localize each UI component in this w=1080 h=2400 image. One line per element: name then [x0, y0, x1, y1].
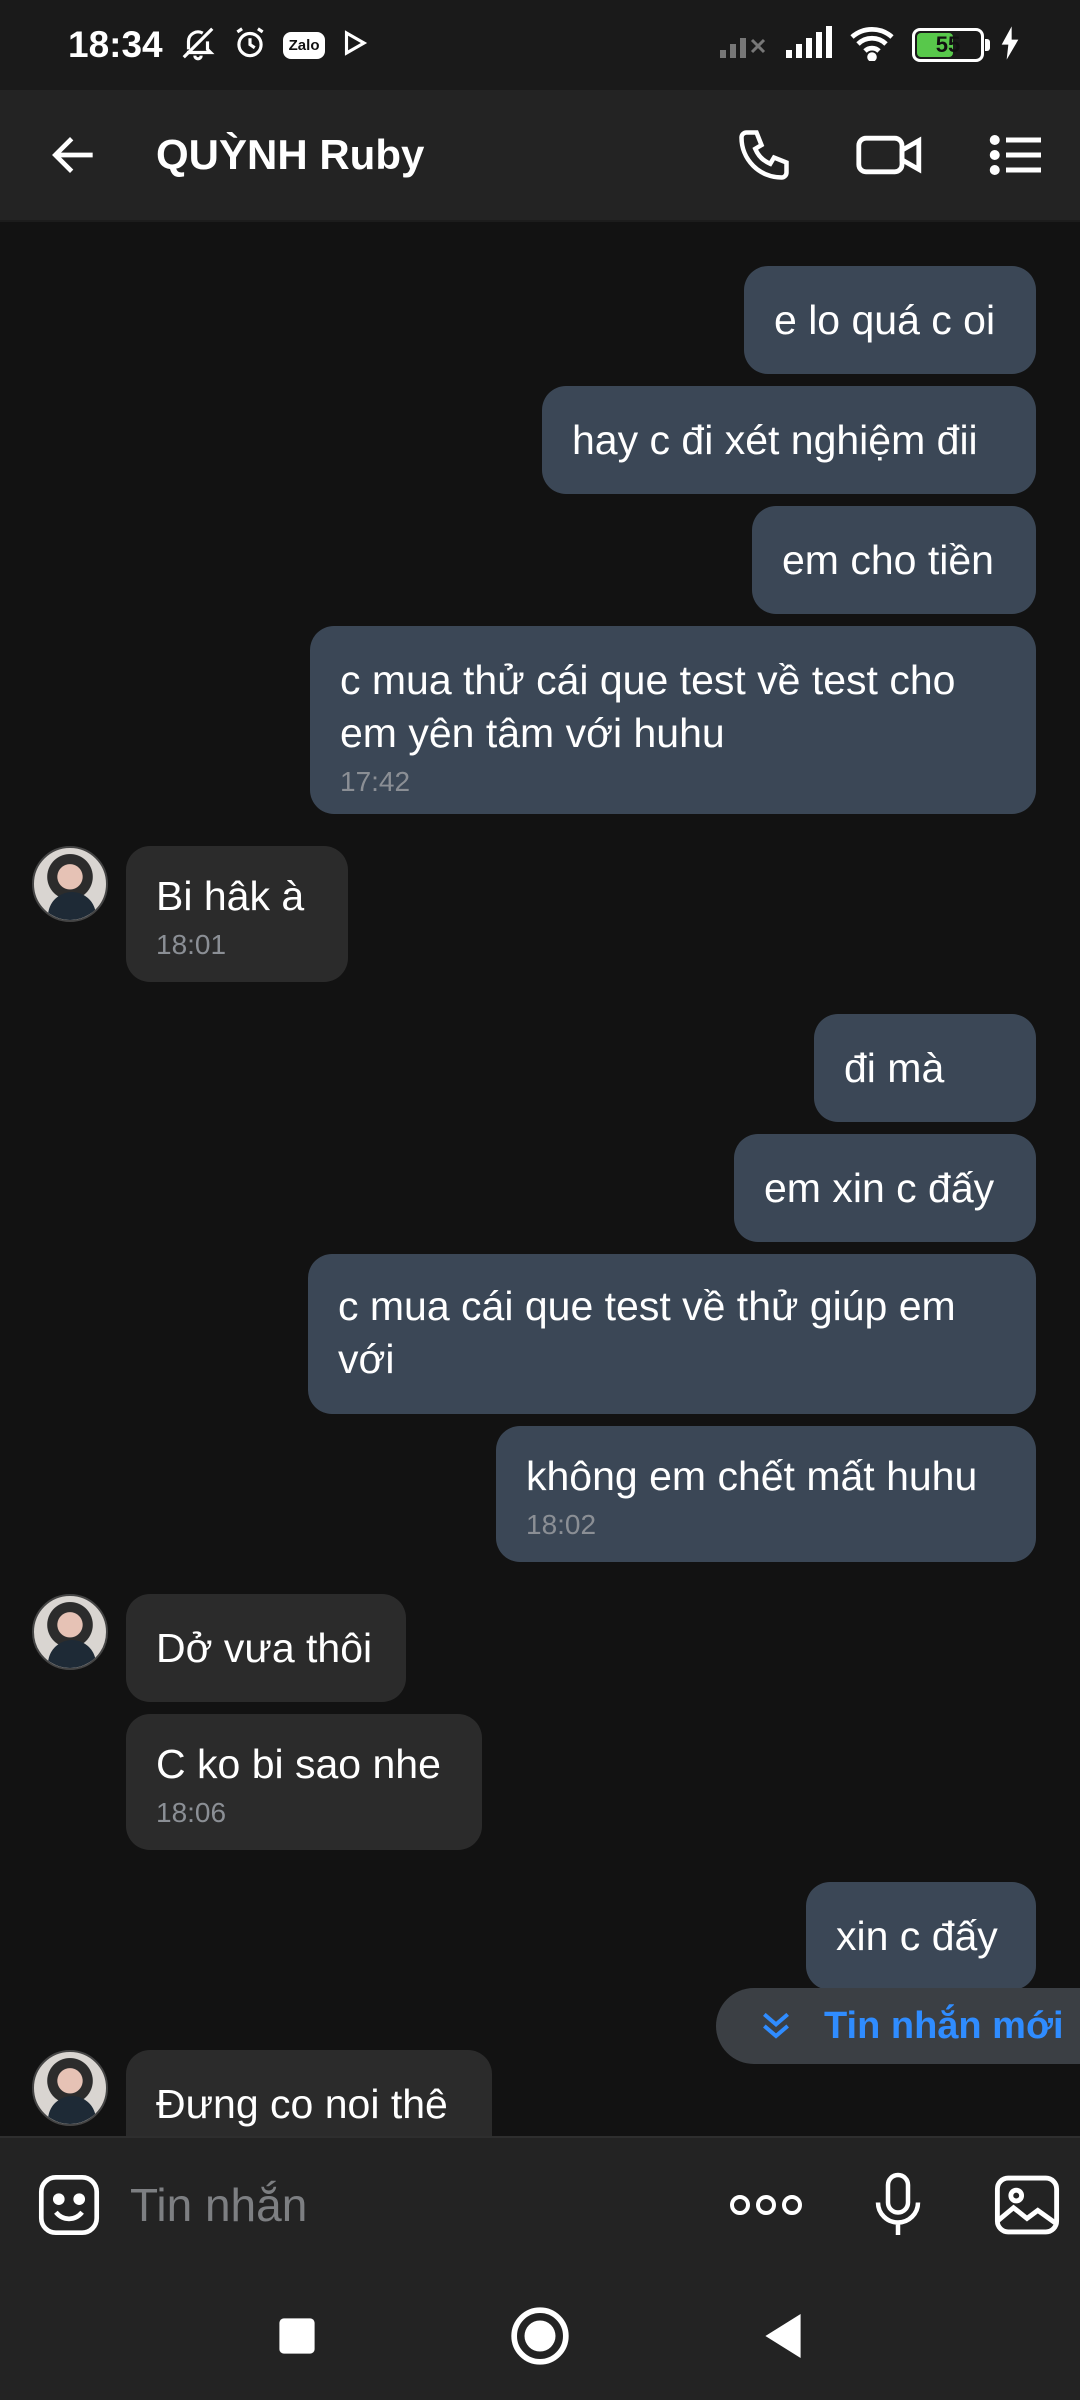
message-time: 17:42 [340, 766, 411, 797]
home-button[interactable] [509, 2305, 571, 2367]
message-incoming[interactable]: C ko bi sao nhe 18:06 [126, 1714, 482, 1850]
message-outgoing[interactable]: em cho tiền [752, 506, 1036, 614]
phone-icon [739, 130, 789, 180]
more-options-button[interactable] [728, 2190, 804, 2220]
message-input[interactable] [130, 2178, 728, 2232]
double-chevron-down-icon [763, 2012, 789, 2039]
microphone-icon [875, 2172, 921, 2235]
new-messages-label: Tin nhắn mới [824, 2004, 1064, 2047]
message-outgoing[interactable]: hay c đi xét nghiệm đii [542, 386, 1036, 494]
message-time: 18:06 [156, 1797, 227, 1828]
chat-options-button[interactable] [986, 115, 1046, 195]
message-time: 18:01 [156, 929, 227, 960]
message-text: Đưng co noi thê [156, 2081, 448, 2127]
back-arrow-icon [52, 137, 93, 173]
message-time: 18:02 [526, 1509, 597, 1540]
alarm-icon [231, 24, 269, 67]
back-triangle-icon [765, 2314, 801, 2358]
voice-call-button[interactable] [734, 115, 794, 195]
chat-header: QUỲNH Ruby [0, 90, 1080, 222]
message-outgoing[interactable]: c mua cái que test về thử giúp em với [308, 1254, 1036, 1414]
message-incoming[interactable]: Dở vưa thôi [126, 1594, 406, 1702]
message-outgoing[interactable]: c mua thử cái que test về test cho em yê… [310, 626, 1036, 814]
system-nav-bar [0, 2272, 1080, 2400]
message-outgoing[interactable]: đi mà [814, 1014, 1036, 1122]
signal-weak-icon [718, 26, 768, 65]
signal-icon [784, 25, 832, 65]
message-text: Dở vưa thôi [156, 1624, 373, 1671]
video-call-icon [856, 135, 922, 175]
status-system-icons: 55 [718, 25, 1020, 66]
image-icon [994, 2175, 1060, 2235]
contact-name[interactable]: QUỲNH Ruby [156, 131, 424, 179]
message-outgoing[interactable]: không em chết mất huhu 18:02 [496, 1426, 1036, 1562]
contact-avatar[interactable] [32, 2050, 108, 2126]
header-actions [734, 115, 1046, 195]
message-text: c mua cái que test về thử giúp em với [338, 1283, 956, 1382]
send-image-button[interactable] [992, 2172, 1062, 2238]
message-text: em xin c đấy [764, 1164, 995, 1211]
zalo-icon: Zalo [282, 31, 326, 59]
nav-back-button[interactable] [761, 2311, 805, 2361]
charging-icon [1000, 25, 1020, 65]
video-call-button[interactable] [854, 115, 926, 195]
home-circle-icon [511, 2307, 569, 2365]
message-text: xin c đấy [836, 1912, 998, 1959]
message-text: hay c đi xét nghiệm đii [572, 416, 978, 463]
recents-button[interactable] [275, 2314, 319, 2358]
message-text: em cho tiền [782, 536, 994, 583]
recents-square-icon [279, 2318, 315, 2354]
message-text: e lo quá c oi [774, 296, 996, 343]
message-incoming[interactable]: Bi hâk à 18:01 [126, 846, 348, 982]
chat-screen: 18:34 Zalo 55 QUỲNH Ruby e lo quá c oi h… [0, 0, 1080, 2400]
menu-list-icon [989, 135, 1041, 175]
message-outgoing[interactable]: e lo quá c oi [744, 266, 1036, 374]
new-messages-button[interactable]: Tin nhắn mới [716, 1988, 1080, 2064]
back-button[interactable] [34, 115, 114, 195]
wifi-icon [848, 25, 896, 66]
contact-avatar[interactable] [32, 846, 108, 922]
contact-avatar[interactable] [32, 1594, 108, 1670]
message-text: không em chết mất huhu [526, 1453, 978, 1499]
bell-off-icon [179, 24, 217, 67]
sticker-icon [38, 2174, 100, 2236]
status-notification-icons: Zalo [179, 24, 370, 67]
sticker-button[interactable] [34, 2170, 104, 2240]
status-time: 18:34 [68, 24, 163, 65]
input-actions [728, 2170, 1062, 2240]
message-outgoing[interactable]: xin c đấy [806, 1882, 1036, 1990]
message-text: c mua thử cái que test về test cho em yê… [340, 657, 956, 756]
message-input-bar [0, 2136, 1080, 2272]
message-text: Bi hâk à [156, 873, 305, 919]
play-icon [339, 28, 369, 63]
battery-level: 55 [935, 32, 961, 57]
message-text: C ko bi sao nhe [156, 1741, 441, 1787]
message-outgoing[interactable]: em xin c đấy [734, 1134, 1036, 1242]
battery-icon: 55 [912, 28, 990, 62]
message-text: đi mà [844, 1044, 945, 1091]
voice-message-button[interactable] [868, 2170, 928, 2240]
status-bar: 18:34 Zalo 55 [0, 0, 1080, 90]
more-dots-icon [730, 2195, 802, 2215]
message-incoming[interactable]: Đưng co noi thê [126, 2050, 492, 2136]
